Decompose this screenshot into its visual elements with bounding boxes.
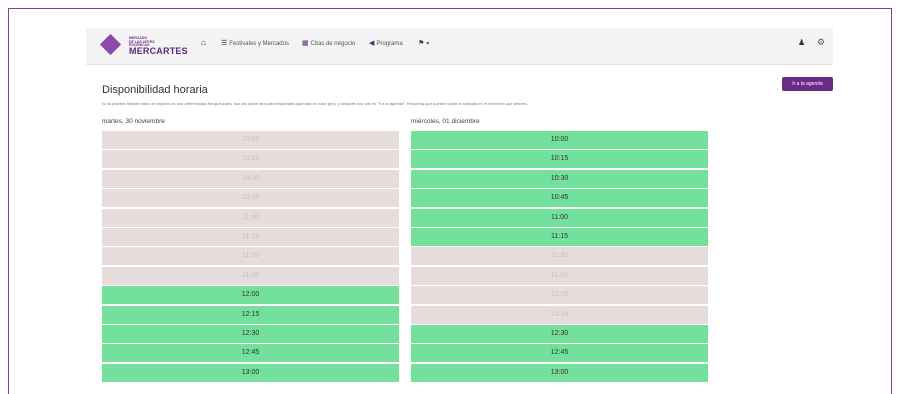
list-icon: ☰	[221, 40, 228, 47]
time-slot[interactable]: 12:45	[102, 344, 399, 363]
time-slot[interactable]: 10:45	[411, 189, 708, 208]
time-slot[interactable]: 10:15	[411, 150, 708, 169]
time-slot[interactable]: 10:00	[102, 131, 399, 149]
time-slot[interactable]: 11:30	[411, 247, 708, 266]
time-slot[interactable]: 12:15	[102, 305, 399, 324]
day-title-1: martes, 30 noviembre	[102, 118, 165, 125]
nav-item-citas[interactable]: ▦ Citas de negocio	[302, 39, 355, 47]
time-slot[interactable]: 12:00	[102, 286, 399, 305]
time-slot[interactable]: 13:00	[102, 363, 399, 382]
language-dropdown[interactable]: ⚑ ▾	[418, 39, 429, 47]
day-column-2: 10:00 10:15 10:30 10:45 11:00 11:15 11:30 11:45…	[411, 131, 708, 383]
brand-name: MERCARTES	[129, 46, 188, 56]
page-title: Disponibilidad horaria	[102, 84, 208, 96]
time-slot[interactable]: 10:45	[102, 189, 399, 208]
time-slot[interactable]: 12:30	[102, 324, 399, 343]
page-description: Si no puedes atender citas de negocio en…	[102, 101, 528, 106]
nav-item-programa[interactable]: ◀ Programa	[369, 39, 403, 47]
gear-icon[interactable]: ⚙	[817, 37, 825, 48]
time-slot[interactable]: 11:45	[411, 266, 708, 285]
time-slot[interactable]: 12:30	[411, 324, 708, 343]
time-slot[interactable]: 11:15	[102, 227, 399, 246]
top-navbar: MERCADO DE LAS ARTES ESCÉNICAS MERCARTES…	[86, 28, 833, 65]
time-slot[interactable]: 10:30	[102, 169, 399, 188]
nav-item-label: Citas de negocio	[310, 41, 356, 47]
megaphone-icon: ◀	[369, 40, 375, 47]
time-slot[interactable]: 12:45	[411, 344, 708, 363]
time-slot[interactable]: 13:00	[411, 363, 708, 382]
time-slot[interactable]: 12:00	[411, 286, 708, 305]
chevron-down-icon: ▾	[426, 41, 430, 47]
flag-icon: ⚑	[418, 40, 425, 47]
home-icon[interactable]: ⌂	[201, 38, 206, 47]
go-to-agenda-button[interactable]: Ir a la agenda	[782, 77, 833, 91]
diamond-logo-icon	[99, 33, 122, 56]
time-slot[interactable]: 11:15	[411, 227, 708, 246]
user-icon[interactable]: ♟	[798, 38, 805, 47]
mercartes-logo[interactable]: MERCADO DE LAS ARTES ESCÉNICAS MERCARTES	[99, 33, 203, 58]
nav-item-label: Festivales y Mercados	[229, 41, 289, 47]
time-slot[interactable]: 11:45	[102, 266, 399, 285]
nav-item-festivales[interactable]: ☰ Festivales y Mercados	[221, 39, 289, 47]
time-slot[interactable]: 12:15	[411, 305, 708, 324]
time-slot[interactable]: 10:00	[411, 131, 708, 149]
day-column-1: 10:00 10:15 10:30 10:45 11:00 11:15 11:30 11:45…	[102, 131, 399, 383]
calendar-icon: ▦	[302, 40, 309, 47]
time-slot[interactable]: 10:15	[102, 150, 399, 169]
time-slot[interactable]: 11:00	[102, 208, 399, 227]
day-title-2: miércoles, 01 diciembre	[411, 118, 480, 125]
time-slot[interactable]: 10:30	[411, 169, 708, 188]
time-slot[interactable]: 11:30	[102, 247, 399, 266]
time-slot[interactable]: 11:00	[411, 208, 708, 227]
nav-item-label: Programa	[376, 41, 403, 47]
